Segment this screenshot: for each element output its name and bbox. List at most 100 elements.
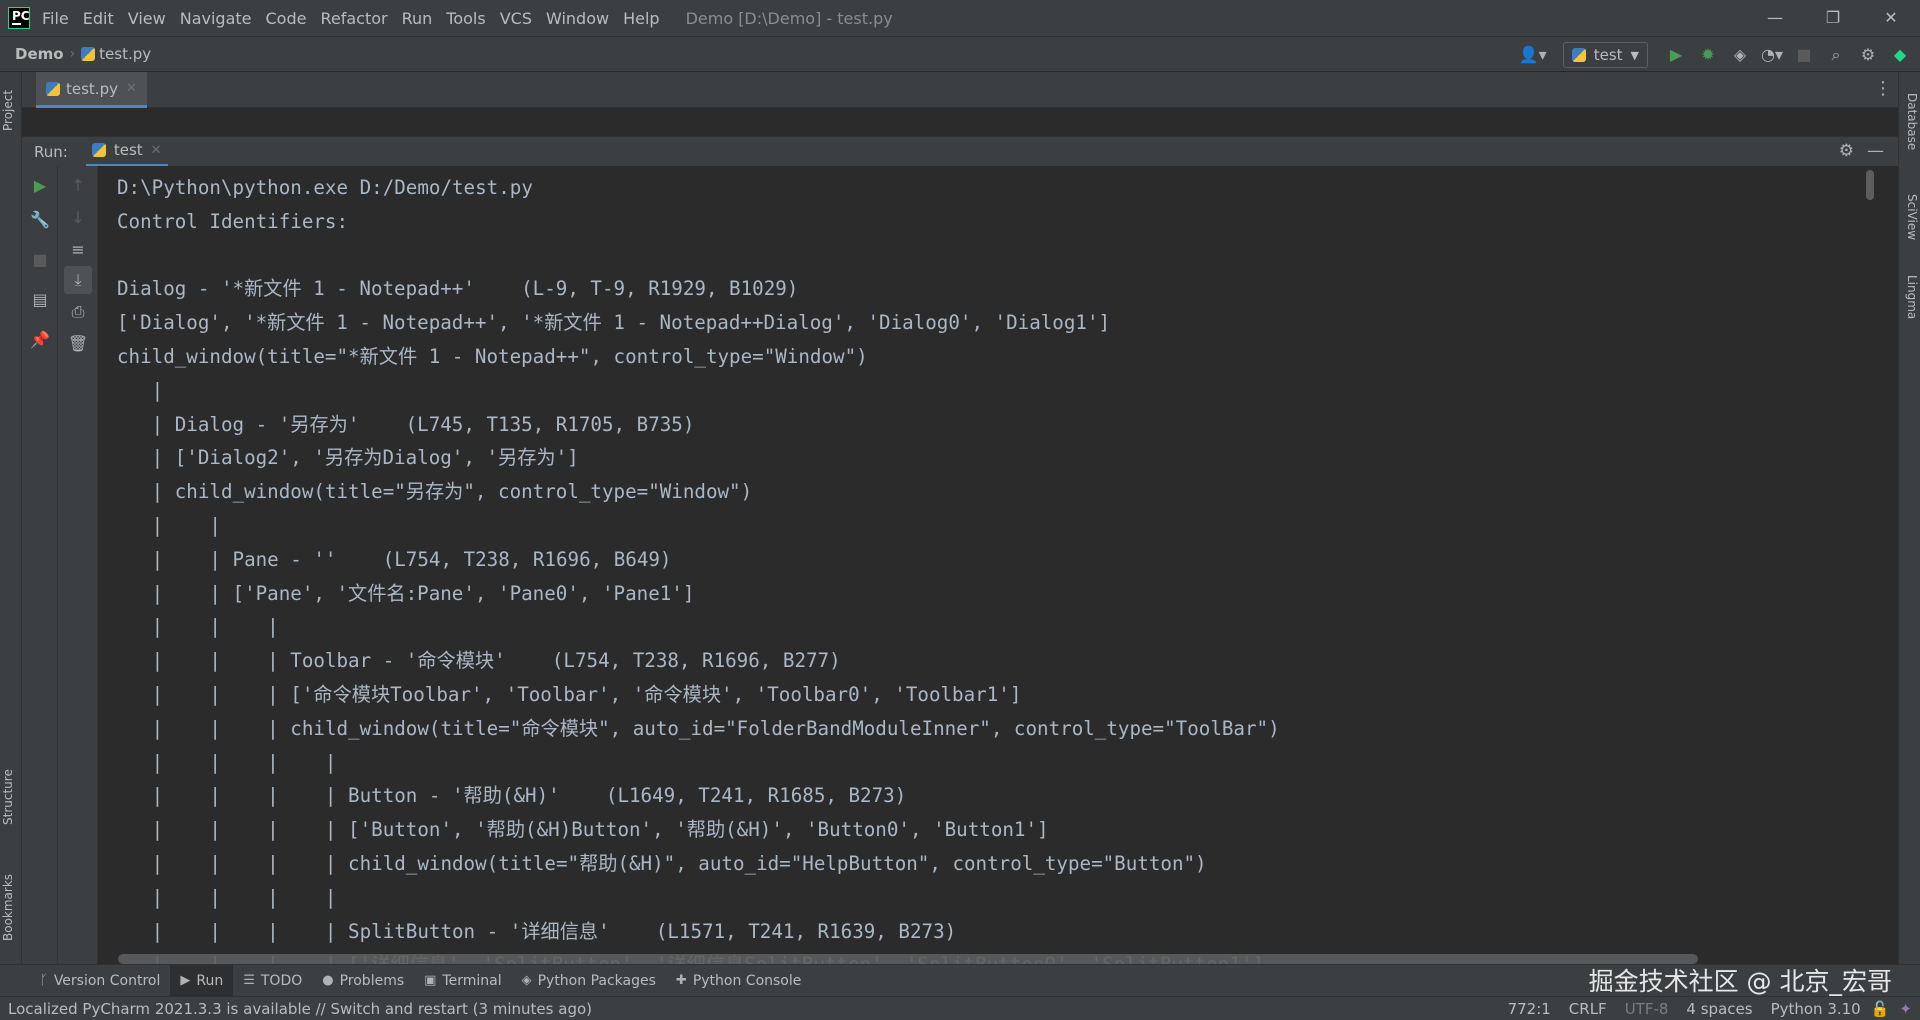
- status-widgets: 772:1 CRLF UTF-8 4 spaces Python 3.10 🔓 …: [1508, 997, 1920, 1020]
- tab-run[interactable]: ▶ Run: [170, 964, 234, 997]
- trash-icon[interactable]: 🗑: [64, 330, 92, 358]
- menu-window[interactable]: Window: [546, 9, 609, 28]
- console-output[interactable]: D:\Python\python.exe D:/Demo/test.py Con…: [98, 166, 1878, 964]
- wrench-icon[interactable]: 🔧: [26, 206, 54, 234]
- gear-icon[interactable]: ⚙: [1854, 41, 1882, 69]
- arrow-up-icon[interactable]: ↑: [64, 172, 92, 200]
- console-line: |: [117, 378, 175, 402]
- close-icon[interactable]: ✕: [151, 143, 162, 158]
- tab-label: TODO: [260, 972, 303, 989]
- console-line: | |: [117, 513, 233, 537]
- horizontal-scrollbar[interactable]: [118, 954, 1698, 964]
- console-line: ['Dialog', '*新文件 1 - Notepad++', '*新文件 1…: [117, 311, 1111, 335]
- menu-code[interactable]: Code: [266, 9, 307, 28]
- scroll-to-end-icon[interactable]: ⤓: [64, 266, 92, 294]
- minimize-window-button[interactable]: —: [1746, 0, 1804, 36]
- caret-position[interactable]: 772:1: [1508, 1000, 1551, 1018]
- console-line: | Dialog - '另存为' (L745, T135, R1705, B73…: [117, 412, 695, 436]
- menu-navigate[interactable]: Navigate: [180, 9, 252, 28]
- menu-vcs[interactable]: VCS: [500, 9, 532, 28]
- title-bar: PC File Edit View Navigate Code Refactor…: [0, 0, 1920, 36]
- tab-version-control[interactable]: ᚴ Version Control: [30, 965, 170, 997]
- status-message[interactable]: Localized PyCharm 2021.3.3 is available …: [8, 1000, 592, 1018]
- indent-setting[interactable]: 4 spaces: [1686, 1000, 1752, 1018]
- close-icon[interactable]: ✕: [126, 81, 137, 96]
- editor-tab-test-py[interactable]: test.py ✕: [36, 72, 147, 108]
- tab-python-packages[interactable]: ◈ Python Packages: [512, 965, 666, 997]
- pin-icon[interactable]: 📌: [26, 326, 54, 354]
- vertical-scrollbar[interactable]: [1866, 170, 1874, 200]
- more-options-icon[interactable]: ⋮: [1874, 78, 1892, 99]
- tab-python-console[interactable]: ✚ Python Console: [666, 965, 811, 997]
- console-line: | | |: [117, 615, 291, 639]
- menu-refactor[interactable]: Refactor: [320, 9, 387, 28]
- file-encoding[interactable]: UTF-8: [1625, 1000, 1669, 1018]
- print-icon[interactable]: ⎙: [64, 298, 92, 326]
- console-line: | | | child_window(title="命令模块", auto_id…: [117, 716, 1280, 740]
- debug-button[interactable]: ✹: [1694, 41, 1722, 69]
- line-separator[interactable]: CRLF: [1569, 1000, 1607, 1018]
- menu-help[interactable]: Help: [623, 9, 659, 28]
- tab-terminal[interactable]: ▣ Terminal: [414, 965, 511, 997]
- tab-problems[interactable]: ● Problems: [312, 965, 414, 997]
- menu-view[interactable]: View: [128, 9, 166, 28]
- bookmarks-tool-tab[interactable]: Bookmarks: [1, 862, 21, 952]
- main-toolbar: 👤▾ test ▼ ▶ ✹ ◈ ◔▾ ■ ⌕ ⚙ ◆: [1515, 37, 1920, 73]
- editor-area[interactable]: [22, 108, 1898, 136]
- minimize-panel-icon[interactable]: —: [1867, 141, 1884, 161]
- run-configuration-select[interactable]: test ▼: [1562, 42, 1648, 68]
- stop-button[interactable]: ■: [26, 246, 54, 274]
- stop-button[interactable]: ■: [1790, 41, 1818, 69]
- jetbrains-toolbox-icon[interactable]: ◆: [1886, 41, 1914, 69]
- lingma-tool-tab[interactable]: Lingma: [1899, 262, 1919, 332]
- console-line: Dialog - '*新文件 1 - Notepad++' (L-9, T-9,…: [117, 277, 799, 301]
- coverage-button[interactable]: ◈: [1726, 41, 1754, 69]
- restore-window-button[interactable]: ❐: [1804, 0, 1862, 36]
- search-icon[interactable]: ⌕: [1822, 41, 1850, 69]
- console-line: D:\Python\python.exe D:/Demo/test.py: [117, 176, 533, 199]
- profile-button[interactable]: ◔▾: [1758, 41, 1786, 69]
- user-account-icon[interactable]: 👤▾: [1519, 41, 1547, 69]
- database-tool-tab[interactable]: Database: [1899, 82, 1919, 162]
- run-configuration-name: test: [1593, 46, 1623, 64]
- console-line: | | | | child_window(title="帮助(&H)", aut…: [117, 851, 1207, 875]
- run-tab-test[interactable]: test ✕: [85, 137, 168, 167]
- menu-tools[interactable]: Tools: [446, 9, 485, 28]
- run-toolbar-primary: ▶ 🔧 ■ ▤ 📌: [22, 166, 58, 964]
- pycharm-logo-icon: PC: [8, 7, 30, 29]
- menu-edit[interactable]: Edit: [83, 9, 114, 28]
- tab-label: Problems: [339, 972, 405, 989]
- layout-icon[interactable]: ▤: [26, 286, 54, 314]
- lock-icon[interactable]: 🔓: [1871, 1000, 1890, 1018]
- navigation-bar: Demo › test.py 👤▾ test ▼ ▶ ✹ ◈ ◔▾ ■ ⌕ ⚙ …: [0, 36, 1920, 72]
- console-lines: D:\Python\python.exe D:/Demo/test.py Con…: [117, 171, 1280, 964]
- play-icon: ▶: [180, 973, 191, 988]
- gear-icon[interactable]: ⚙: [1839, 141, 1854, 161]
- menu-run[interactable]: Run: [402, 9, 433, 28]
- console-line: | | | | SplitButton - '详细信息' (L1571, T24…: [117, 919, 957, 943]
- sciview-tool-tab[interactable]: SciView: [1899, 182, 1919, 252]
- breadcrumb-project[interactable]: Demo: [15, 45, 64, 63]
- plugin-status-icon[interactable]: ✦: [1899, 1000, 1912, 1018]
- python-icon: [91, 143, 106, 157]
- console-line: | child_window(title="另存为", control_type…: [117, 480, 753, 504]
- list-icon: ☰: [243, 973, 255, 988]
- editor-tab-label: test.py: [66, 79, 118, 98]
- tab-todo[interactable]: ☰ TODO: [233, 965, 312, 997]
- python-file-icon: [46, 81, 60, 96]
- left-tool-stripe: Project Structure Bookmarks: [0, 72, 22, 964]
- soft-wrap-icon[interactable]: ≡: [64, 236, 92, 264]
- watermark: 掘金技术社区 @ 北京_宏哥: [1588, 967, 1892, 996]
- run-button[interactable]: ▶: [1662, 41, 1690, 69]
- console-line: | | | ['命令模块Toolbar', 'Toolbar', '命令模块',…: [117, 682, 1022, 706]
- python-interpreter[interactable]: Python 3.10: [1771, 1000, 1861, 1018]
- python-icon: [1571, 48, 1586, 62]
- breadcrumb-file[interactable]: test.py: [99, 45, 151, 63]
- menu-file[interactable]: File: [42, 9, 69, 28]
- rerun-button[interactable]: ▶: [26, 172, 54, 200]
- project-tool-tab[interactable]: Project: [1, 80, 21, 140]
- close-window-button[interactable]: ✕: [1862, 0, 1920, 36]
- console-line: | | | | Button - '帮助(&H)' (L1649, T241, …: [117, 784, 907, 808]
- structure-tool-tab[interactable]: Structure: [1, 752, 21, 842]
- arrow-down-icon[interactable]: ↓: [64, 204, 92, 232]
